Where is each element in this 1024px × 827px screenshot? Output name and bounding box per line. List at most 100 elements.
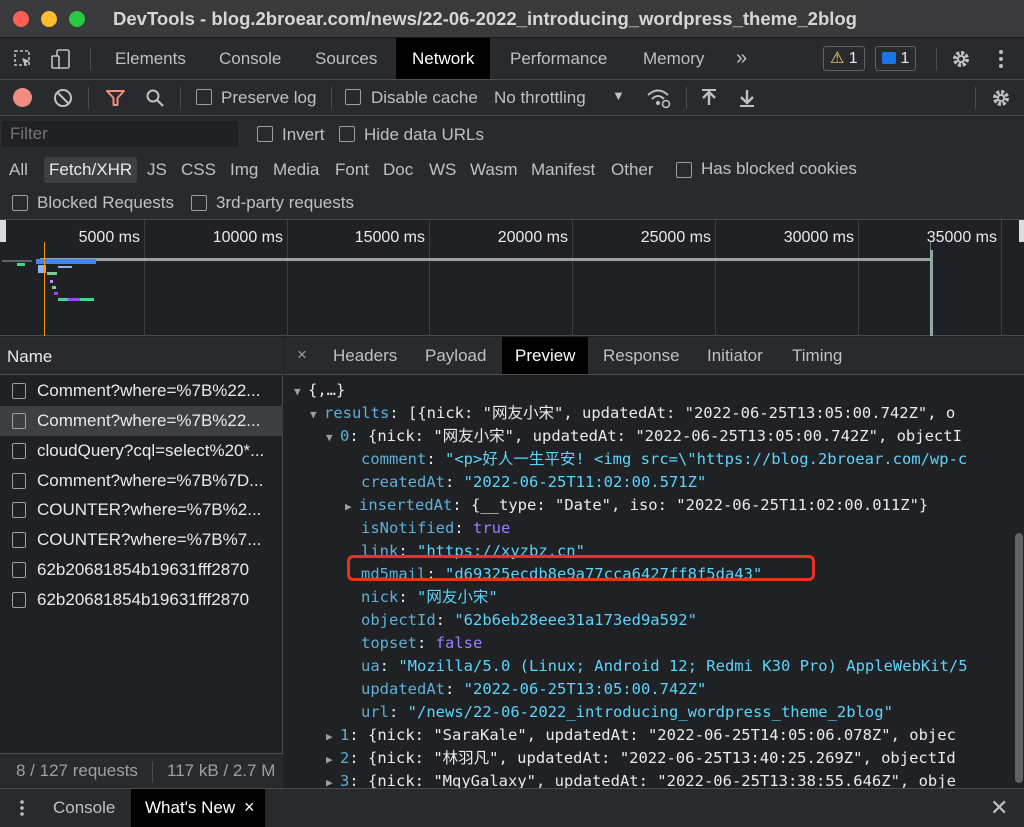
- request-name: 62b20681854b19631fff2870: [37, 590, 250, 609]
- json-item-3[interactable]: ▶ 3: {nick: "MqyGalaxy", updatedAt: "2022…: [326, 770, 956, 788]
- third-party-checkbox[interactable]: [191, 195, 207, 211]
- drawer-tab-console[interactable]: Console: [39, 789, 129, 827]
- type-font[interactable]: Font: [330, 157, 374, 183]
- inspect-element-icon[interactable]: [12, 48, 34, 70]
- json-field-insertedAt[interactable]: ▶ insertedAt: {__type: "Date", iso: "2022…: [345, 494, 928, 516]
- file-icon: [12, 473, 26, 489]
- filter-bar: Invert Hide data URLs: [0, 116, 1024, 152]
- filter-icon[interactable]: [105, 88, 126, 108]
- type-doc[interactable]: Doc: [378, 157, 418, 183]
- hide-data-urls-checkbox[interactable]: [339, 126, 355, 142]
- disable-cache-label: Disable cache: [371, 88, 478, 107]
- json-item-2[interactable]: ▶ 2: {nick: "林羽凡", updatedAt: "2022-06-25…: [326, 747, 956, 769]
- preview-scrollbar[interactable]: [1014, 383, 1024, 783]
- overview-right-handle[interactable]: [1019, 220, 1024, 242]
- type-other[interactable]: Other: [606, 157, 659, 183]
- scrollbar-thumb[interactable]: [1015, 533, 1023, 783]
- import-har-icon[interactable]: [699, 87, 719, 109]
- request-row[interactable]: COUNTER?where=%7B%2...: [0, 495, 283, 525]
- request-row[interactable]: Comment?where=%7B%7D...: [0, 466, 283, 496]
- tab-response[interactable]: Response: [590, 337, 693, 374]
- network-conditions-icon[interactable]: [646, 87, 672, 109]
- filter-input[interactable]: [2, 121, 238, 147]
- transfer-size: 117 kB / 2.7 M: [167, 761, 276, 780]
- tab-headers[interactable]: Headers: [320, 337, 410, 374]
- waterfall-bar: [40, 258, 932, 261]
- request-row[interactable]: 62b20681854b19631fff2870: [0, 585, 283, 615]
- type-wasm[interactable]: Wasm: [465, 157, 523, 183]
- tab-performance[interactable]: Performance: [494, 38, 623, 79]
- json-field-updatedAt: updatedAt: "2022-06-25T13:05:00.742Z": [361, 680, 707, 698]
- clear-icon[interactable]: [53, 88, 73, 108]
- file-icon: [12, 383, 26, 399]
- close-drawer-icon[interactable]: ✕: [990, 795, 1008, 821]
- json-preview: ▼ {,…} ▼ results: [{nick: "网友小宋", updatedA…: [284, 375, 1024, 788]
- close-tab-icon[interactable]: ×: [244, 797, 255, 818]
- network-status-bar: 8 / 127 requests 117 kB / 2.7 M: [0, 753, 283, 788]
- export-har-icon[interactable]: [737, 87, 757, 109]
- request-row[interactable]: Comment?where=%7B%22...: [0, 376, 283, 406]
- type-manifest[interactable]: Manifest: [526, 157, 600, 183]
- tab-memory[interactable]: Memory: [627, 38, 720, 79]
- throttling-dropdown-icon[interactable]: ▼: [612, 88, 625, 103]
- more-tabs-button[interactable]: »: [720, 38, 763, 79]
- type-js[interactable]: JS: [142, 157, 172, 183]
- has-blocked-cookies-checkbox[interactable]: [676, 162, 692, 178]
- blocked-requests-checkbox[interactable]: [12, 195, 28, 211]
- json-root[interactable]: ▼ {,…}: [294, 379, 345, 401]
- network-settings-gear-icon[interactable]: [990, 87, 1012, 109]
- drawer-menu-icon[interactable]: [15, 799, 29, 817]
- close-window-button[interactable]: [13, 11, 29, 27]
- warnings-badge[interactable]: ⚠ 1: [823, 46, 865, 71]
- type-img[interactable]: Img: [225, 157, 263, 183]
- more-options-icon[interactable]: [990, 48, 1012, 70]
- type-fetch-xhr[interactable]: Fetch/XHR: [44, 157, 138, 183]
- overview-left-handle[interactable]: [0, 220, 6, 242]
- tab-console[interactable]: Console: [203, 38, 297, 79]
- record-icon[interactable]: [13, 88, 32, 107]
- type-all[interactable]: All: [4, 157, 33, 183]
- disable-cache-checkbox[interactable]: [345, 89, 361, 105]
- type-media[interactable]: Media: [268, 157, 324, 183]
- search-icon[interactable]: [145, 88, 165, 108]
- request-row[interactable]: COUNTER?where=%7B%7...: [0, 525, 283, 555]
- tab-initiator[interactable]: Initiator: [694, 337, 776, 374]
- tab-network[interactable]: Network: [396, 38, 491, 79]
- settings-gear-icon[interactable]: [950, 48, 972, 70]
- name-column-header[interactable]: Name: [0, 337, 283, 375]
- tab-payload[interactable]: Payload: [412, 337, 499, 374]
- invert-checkbox[interactable]: [257, 126, 273, 142]
- warnings-count: 1: [848, 50, 858, 67]
- request-row-selected[interactable]: Comment?where=%7B%22...: [0, 406, 283, 436]
- messages-count: 1: [900, 50, 910, 67]
- hide-data-urls-label: Hide data URLs: [364, 125, 485, 144]
- device-toolbar-icon[interactable]: [50, 48, 72, 70]
- minimize-window-button[interactable]: [41, 11, 57, 27]
- json-results[interactable]: ▼ results: [{nick: "网友小宋", updatedAt: "20…: [310, 402, 955, 424]
- tab-elements[interactable]: Elements: [99, 38, 202, 79]
- json-item-1[interactable]: ▶ 1: {nick: "SaraKale", updatedAt: "2022-…: [326, 724, 956, 746]
- preserve-log-checkbox[interactable]: [196, 89, 212, 105]
- json-item-0[interactable]: ▼ 0: {nick: "网友小宋", updatedAt: "2022-06-2…: [326, 425, 962, 447]
- type-css[interactable]: CSS: [176, 157, 221, 183]
- zoom-window-button[interactable]: [69, 11, 85, 27]
- messages-badge[interactable]: 1: [875, 46, 917, 71]
- network-overview-timeline[interactable]: 5000 ms 10000 ms 15000 ms 20000 ms 25000…: [0, 220, 1024, 336]
- tick-label: 5000 ms: [78, 229, 140, 246]
- tab-sources[interactable]: Sources: [299, 38, 393, 79]
- tab-timing[interactable]: Timing: [779, 337, 855, 374]
- request-row[interactable]: 62b20681854b19631fff2870: [0, 555, 283, 585]
- file-icon: [12, 562, 26, 578]
- json-field-ua: ua: "Mozilla/5.0 (Linux; Android 12; Red…: [361, 657, 968, 675]
- file-icon: [12, 502, 26, 518]
- warning-icon: ⚠: [830, 50, 845, 67]
- type-ws[interactable]: WS: [424, 157, 461, 183]
- tab-preview[interactable]: Preview: [502, 337, 589, 374]
- request-row[interactable]: cloudQuery?cql=select%20*...: [0, 436, 283, 466]
- close-detail-icon[interactable]: ×: [297, 345, 307, 365]
- request-name: COUNTER?where=%7B%2...: [37, 500, 262, 519]
- has-blocked-cookies-label: Has blocked cookies: [701, 159, 857, 178]
- tick-label: 30000 ms: [783, 229, 854, 246]
- waterfall-bar: [36, 259, 96, 264]
- throttling-select[interactable]: No throttling: [494, 88, 586, 108]
